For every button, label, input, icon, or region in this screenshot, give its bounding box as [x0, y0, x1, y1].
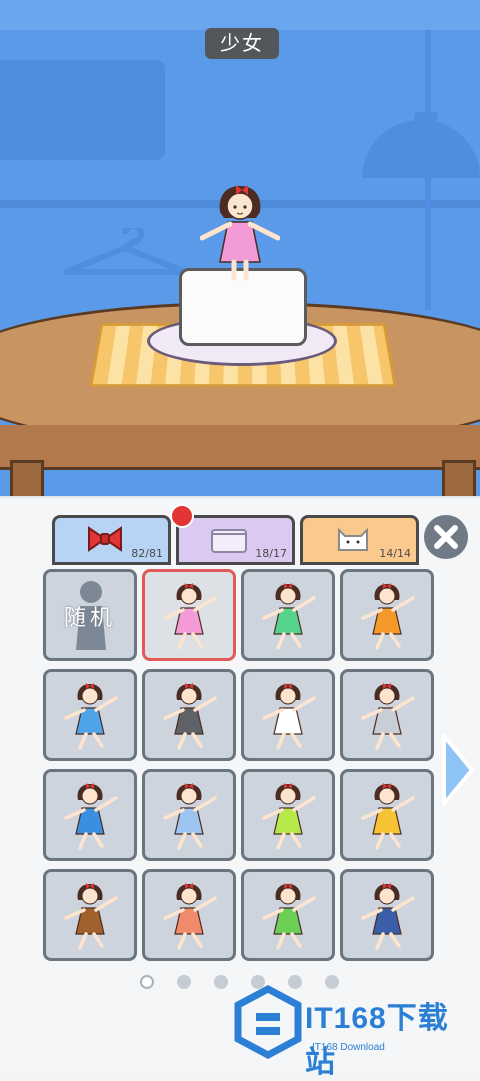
costume-figure-icon — [163, 883, 217, 950]
bow-icon — [85, 524, 125, 554]
box-icon — [209, 524, 249, 554]
costume-figure-icon — [262, 883, 316, 950]
costume-figure-icon — [361, 683, 415, 750]
costume-figure-icon — [64, 883, 118, 950]
costume-figure-icon — [64, 683, 118, 750]
costume-item-chef[interactable] — [340, 869, 434, 961]
notification-dot — [170, 504, 194, 528]
costume-figure-icon — [262, 783, 316, 850]
watermark: IT168下载站 IT168 Download — [232, 985, 472, 1079]
costume-figure-icon — [163, 583, 217, 650]
costume-item-brown-sweater[interactable] — [43, 869, 137, 961]
costume-item-striped-dress[interactable] — [142, 769, 236, 861]
wall-cabinet — [0, 60, 165, 160]
it168-logo-icon — [234, 985, 302, 1059]
costume-figure-icon — [163, 683, 217, 750]
tab-count: 82/81 — [131, 547, 163, 560]
table-leg-left — [10, 460, 44, 500]
watermark-subtext: IT168 Download — [312, 1042, 385, 1053]
costume-item-leaf-dress[interactable] — [241, 769, 335, 861]
costume-item-orange-dress[interactable] — [340, 569, 434, 661]
page-dot[interactable] — [177, 975, 191, 989]
wall-band — [0, 0, 480, 30]
costume-item-white-dress-hat[interactable] — [241, 669, 335, 761]
costume-figure-icon — [361, 583, 415, 650]
girl-character[interactable] — [200, 182, 280, 282]
table-edge — [0, 425, 480, 470]
costume-item-green-apron[interactable] — [241, 869, 335, 961]
costume-item-green-dress[interactable] — [241, 569, 335, 661]
tab-count: 18/17 — [255, 547, 287, 560]
ceiling-lamp — [362, 120, 480, 178]
tab-bow[interactable]: 82/81 — [52, 515, 171, 565]
costume-item-gray-dress-glasses[interactable] — [142, 669, 236, 761]
hanger-icon — [63, 228, 187, 275]
random-label: 随机 — [63, 606, 116, 631]
costume-item-blue-dot-dress[interactable] — [43, 769, 137, 861]
costume-item-plaid-dress[interactable] — [340, 669, 434, 761]
costume-item-pink-dress[interactable] — [142, 569, 236, 661]
page-dot[interactable] — [214, 975, 228, 989]
costume-item-random[interactable]: 随机 — [43, 569, 137, 661]
close-icon — [434, 525, 458, 549]
character-name-label: 少女 — [205, 28, 279, 59]
page-dot[interactable] — [140, 975, 154, 989]
table-leg-right — [442, 460, 476, 500]
costume-item-yellow-top[interactable] — [340, 769, 434, 861]
tab-count: 14/14 — [379, 547, 411, 560]
next-page-arrow-icon[interactable] — [440, 730, 476, 810]
costume-figure-icon — [361, 883, 415, 950]
close-button[interactable] — [424, 515, 468, 559]
tab-cat[interactable]: 14/14 — [300, 515, 419, 565]
costume-item-blue-dress[interactable] — [43, 669, 137, 761]
costume-figure-icon — [361, 783, 415, 850]
costume-figure-icon — [64, 783, 118, 850]
tab-box[interactable]: 18/17 — [176, 515, 295, 565]
costume-item-apron-kettle[interactable] — [142, 869, 236, 961]
costume-figure-icon — [163, 783, 217, 850]
costume-figure-icon — [262, 683, 316, 750]
watermark-text: IT168下载站 — [305, 1002, 449, 1079]
costume-figure-icon — [262, 583, 316, 650]
game-scene: 少女 — [0, 0, 480, 500]
cat-icon — [333, 524, 373, 554]
